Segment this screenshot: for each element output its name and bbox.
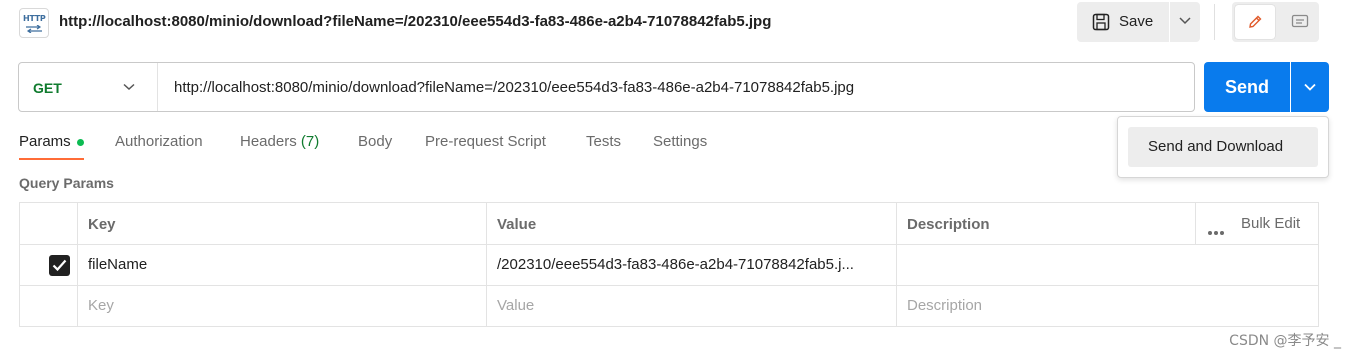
column-header-key: Key <box>88 216 116 233</box>
tab-body[interactable]: Body <box>358 133 392 150</box>
send-options-menu: Send and Download <box>1117 116 1329 178</box>
new-param-description-input[interactable]: Description <box>907 297 982 314</box>
column-header-description: Description <box>907 216 990 233</box>
request-title[interactable]: http://localhost:8080/minio/download?fil… <box>59 13 771 30</box>
params-indicator-dot <box>77 139 84 146</box>
new-param-key-input[interactable]: Key <box>88 297 114 314</box>
params-table: Key Value Description Bulk Edit fileName… <box>19 202 1319 327</box>
chevron-down-icon <box>1304 83 1316 91</box>
tab-pre-request-script[interactable]: Pre-request Script <box>425 133 546 150</box>
column-divider <box>486 203 487 326</box>
param-enabled-checkbox[interactable] <box>49 255 70 276</box>
row-divider <box>20 244 1318 245</box>
column-divider <box>896 203 897 326</box>
row-divider <box>20 285 1318 286</box>
tab-authorization[interactable]: Authorization <box>115 133 203 150</box>
http-request-icon: HTTP <box>19 8 49 38</box>
param-value-cell[interactable]: /202310/eee554d3-fa83-486e-a2b4-71078842… <box>497 256 854 273</box>
send-label: Send <box>1224 77 1269 97</box>
request-bar: GET http://localhost:8080/minio/download… <box>18 62 1195 112</box>
tab-settings[interactable]: Settings <box>653 133 707 150</box>
method-label: GET <box>33 80 62 96</box>
save-options-button[interactable] <box>1170 2 1200 42</box>
save-icon <box>1092 13 1110 31</box>
chevron-down-icon <box>123 83 135 91</box>
bulk-edit-link[interactable]: Bulk Edit <box>1241 215 1300 232</box>
tab-headers-label: Headers <box>240 133 297 150</box>
tab-headers-count: (7) <box>300 133 320 150</box>
comment-mode-button[interactable] <box>1284 5 1316 39</box>
save-button[interactable]: Save <box>1077 2 1169 42</box>
watermark: CSDN @李予安 _ <box>1229 333 1341 349</box>
column-divider <box>77 203 78 326</box>
http-badge-text: HTTP <box>23 14 46 23</box>
tab-tests[interactable]: Tests <box>586 133 621 150</box>
mode-toggle <box>1232 2 1319 42</box>
chevron-down-icon <box>1179 17 1191 25</box>
send-button[interactable]: Send <box>1204 62 1290 112</box>
send-and-download-item[interactable]: Send and Download <box>1128 127 1318 167</box>
toolbar-divider <box>1214 4 1215 40</box>
arrows-icon <box>26 25 42 33</box>
new-param-value-input[interactable]: Value <box>497 297 534 314</box>
request-tabs: Params Authorization Headers (7) Body Pr… <box>0 128 1100 164</box>
section-title: Query Params <box>19 175 114 191</box>
column-header-value: Value <box>497 216 537 233</box>
more-options-icon[interactable] <box>1208 222 1226 240</box>
title-bar: HTTP http://localhost:8080/minio/downloa… <box>0 0 1353 44</box>
active-tab-underline <box>19 158 84 160</box>
url-input[interactable]: http://localhost:8080/minio/download?fil… <box>174 79 854 96</box>
tab-headers[interactable]: Headers (7) <box>240 133 319 150</box>
pencil-icon <box>1249 15 1262 28</box>
send-options-button[interactable] <box>1291 62 1329 112</box>
param-key-cell[interactable]: fileName <box>88 256 147 273</box>
send-and-download-label: Send and Download <box>1148 138 1284 155</box>
checkmark-icon <box>52 259 67 272</box>
column-divider <box>1195 203 1196 244</box>
comment-icon <box>1291 14 1309 28</box>
save-label: Save <box>1119 13 1154 30</box>
edit-mode-button[interactable] <box>1235 5 1275 39</box>
tab-params[interactable]: Params <box>19 133 71 150</box>
method-select[interactable]: GET <box>19 63 158 111</box>
